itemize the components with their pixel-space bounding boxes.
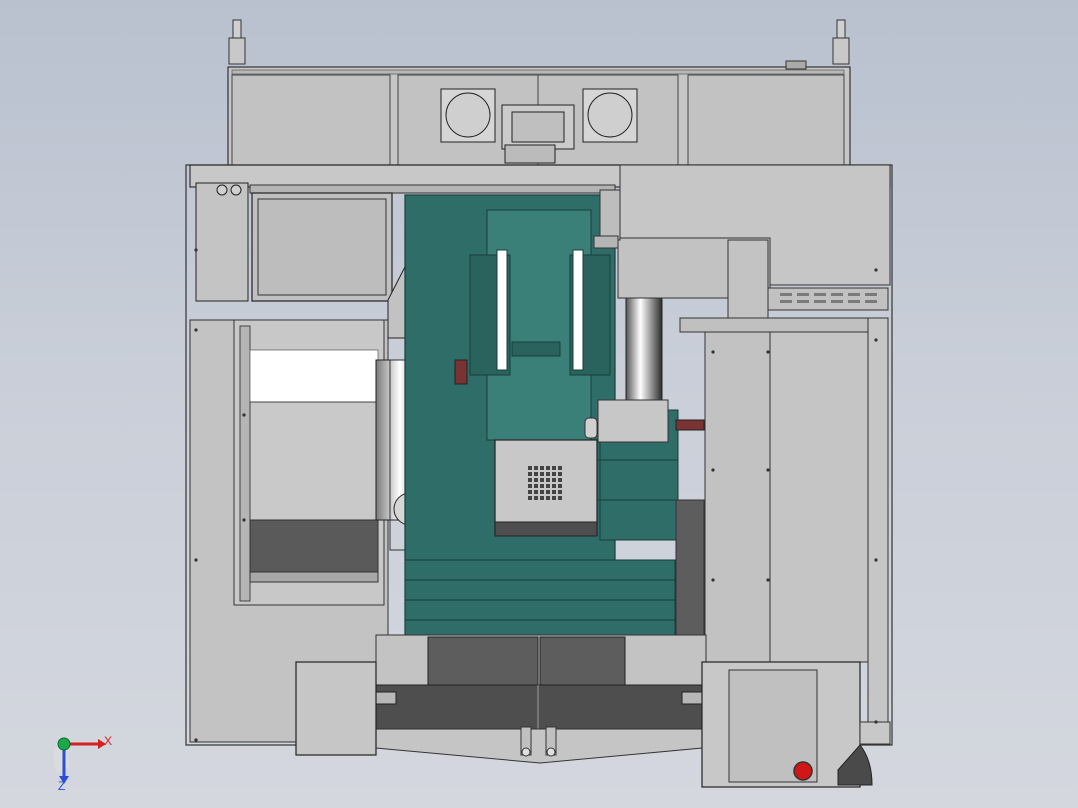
- hole: [546, 484, 550, 488]
- screw: [766, 578, 770, 582]
- screw: [194, 558, 198, 562]
- hole: [546, 496, 550, 500]
- axis-triad: X Z: [53, 734, 112, 793]
- hole: [552, 478, 556, 482]
- vent-slot: [780, 300, 792, 303]
- screw: [711, 468, 715, 472]
- hole: [528, 466, 532, 470]
- hole: [534, 484, 538, 488]
- hole: [558, 466, 562, 470]
- hole: [558, 478, 562, 482]
- screw: [874, 268, 878, 272]
- hole: [540, 472, 544, 476]
- hole: [540, 478, 544, 482]
- screw: [766, 350, 770, 354]
- bottom-left-block: [295, 661, 377, 756]
- vent-slot: [848, 300, 860, 303]
- hole: [546, 466, 550, 470]
- screw: [874, 720, 878, 724]
- vent-slot: [865, 293, 877, 296]
- hole: [546, 478, 550, 482]
- x-axis-label: X: [104, 734, 112, 748]
- hole: [534, 466, 538, 470]
- hole: [546, 490, 550, 494]
- hole: [540, 496, 544, 500]
- hole: [540, 484, 544, 488]
- hole: [528, 490, 532, 494]
- control-box: [195, 182, 249, 302]
- screw: [711, 578, 715, 582]
- hole: [546, 472, 550, 476]
- vent-slot: [831, 300, 843, 303]
- window-left: [249, 349, 379, 583]
- vent-slot: [848, 293, 860, 296]
- vent-grill: [767, 287, 889, 311]
- screw: [874, 338, 878, 342]
- hole: [534, 496, 538, 500]
- emergency-stop-button[interactable]: [793, 761, 813, 781]
- hole: [558, 484, 562, 488]
- vent-slot: [780, 293, 792, 296]
- vent-slot: [831, 293, 843, 296]
- screw: [242, 413, 246, 417]
- hole: [534, 472, 538, 476]
- vent-slot: [814, 300, 826, 303]
- machine-base: [375, 634, 707, 764]
- screw: [194, 738, 198, 742]
- hole: [552, 484, 556, 488]
- top-left-post: [228, 19, 246, 65]
- fan-left: [440, 88, 496, 143]
- hole: [558, 472, 562, 476]
- vent-slot: [814, 293, 826, 296]
- beam-rail: [249, 184, 616, 194]
- hole: [552, 472, 556, 476]
- vent-slot: [797, 300, 809, 303]
- hole: [558, 496, 562, 500]
- hole: [552, 496, 556, 500]
- hole: [552, 490, 556, 494]
- screw: [766, 468, 770, 472]
- hole: [528, 478, 532, 482]
- vent-slot: [865, 300, 877, 303]
- monitor-screen: [251, 192, 393, 302]
- screw: [194, 248, 198, 252]
- hole: [540, 466, 544, 470]
- hole: [534, 478, 538, 482]
- hole: [534, 490, 538, 494]
- top-right-post: [832, 19, 850, 65]
- z-axis-label: Z: [58, 779, 65, 793]
- cad-viewport[interactable]: X Z: [0, 0, 1078, 808]
- hole: [528, 484, 532, 488]
- screw: [874, 558, 878, 562]
- machine-drawing: X Z: [53, 19, 893, 793]
- hole: [552, 466, 556, 470]
- hole: [558, 490, 562, 494]
- hole: [540, 490, 544, 494]
- screw: [711, 350, 715, 354]
- hole: [528, 472, 532, 476]
- fan-right: [582, 88, 638, 143]
- screw: [194, 328, 198, 332]
- screw: [242, 518, 246, 522]
- hole: [528, 496, 532, 500]
- vent-slot: [797, 293, 809, 296]
- y-axis-marker: [57, 737, 71, 751]
